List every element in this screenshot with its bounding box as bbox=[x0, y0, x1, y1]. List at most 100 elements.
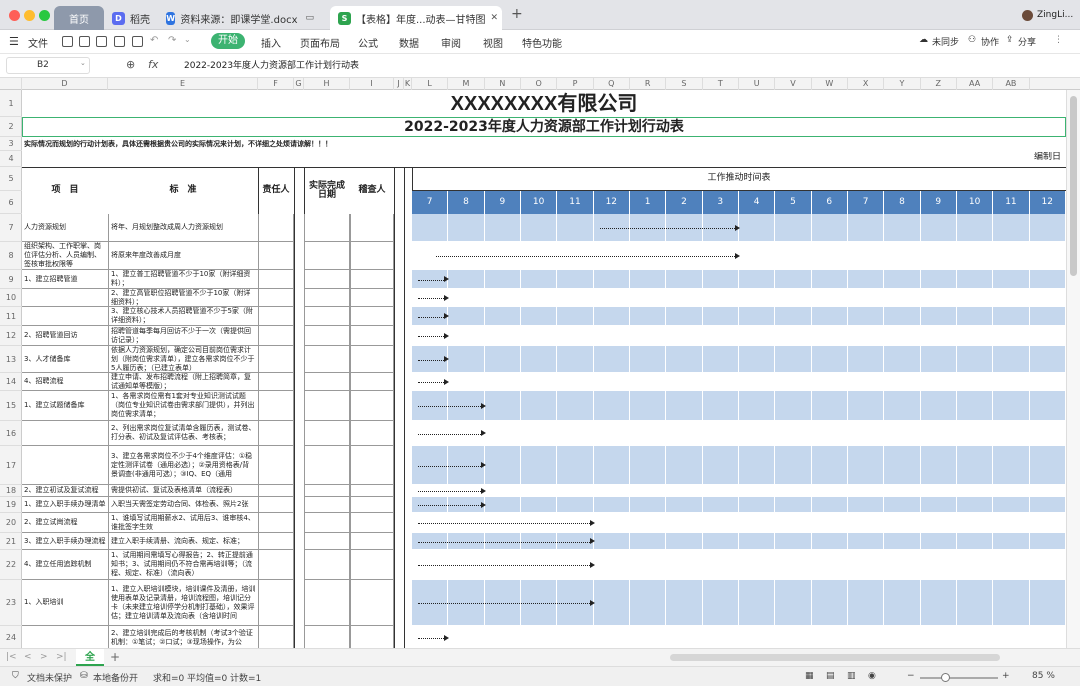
gantt-cell[interactable] bbox=[993, 497, 1030, 513]
gantt-cell[interactable] bbox=[666, 446, 703, 485]
file-menu[interactable]: 文件 bbox=[28, 35, 48, 50]
gantt-cell[interactable] bbox=[993, 326, 1030, 346]
column-header[interactable]: AA bbox=[957, 78, 994, 90]
gantt-cell[interactable] bbox=[702, 513, 739, 533]
task-checker-cell[interactable] bbox=[350, 214, 394, 242]
gantt-cell[interactable] bbox=[775, 307, 812, 326]
gantt-cell[interactable] bbox=[847, 242, 885, 270]
task-owner-cell[interactable] bbox=[258, 242, 294, 270]
column-header[interactable]: V bbox=[775, 78, 812, 90]
gantt-cell[interactable] bbox=[956, 242, 994, 270]
zoom-window-icon[interactable] bbox=[39, 10, 50, 21]
gantt-cell[interactable] bbox=[811, 289, 848, 307]
gantt-cell[interactable] bbox=[847, 270, 885, 289]
column-header[interactable]: E bbox=[108, 78, 258, 90]
task-standard[interactable]: 1、建立普工招聘管道不少于10家（附详细资料）； bbox=[108, 270, 258, 289]
gantt-cell[interactable] bbox=[884, 497, 921, 513]
tab-spreadsheet[interactable]: S 【表格】年度...动表—甘特图 ✕ bbox=[330, 6, 502, 30]
gantt-cell[interactable] bbox=[738, 580, 776, 626]
gantt-cell[interactable] bbox=[484, 307, 521, 326]
gantt-cell[interactable] bbox=[484, 497, 521, 513]
gantt-cell[interactable] bbox=[847, 214, 885, 242]
gantt-cell[interactable] bbox=[629, 289, 667, 307]
gantt-cell[interactable] bbox=[629, 326, 667, 346]
gantt-cell[interactable] bbox=[956, 391, 994, 421]
gantt-cell[interactable] bbox=[920, 513, 957, 533]
gantt-cell[interactable] bbox=[666, 580, 703, 626]
gantt-cell[interactable] bbox=[629, 533, 667, 550]
gantt-cell[interactable] bbox=[811, 580, 848, 626]
task-checker-cell[interactable] bbox=[350, 373, 394, 391]
gantt-cell[interactable] bbox=[666, 513, 703, 533]
row-header[interactable]: 23 bbox=[0, 580, 22, 626]
tab-special[interactable]: 特色功能 bbox=[522, 35, 562, 50]
task-owner-cell[interactable] bbox=[258, 307, 294, 326]
task-checker-cell[interactable] bbox=[350, 550, 394, 580]
gantt-cell[interactable] bbox=[629, 497, 667, 513]
gantt-cell[interactable] bbox=[1029, 242, 1066, 270]
gantt-cell[interactable] bbox=[666, 626, 703, 650]
gantt-cell[interactable] bbox=[629, 485, 667, 497]
gantt-cell[interactable] bbox=[738, 391, 776, 421]
column-header[interactable]: N bbox=[485, 78, 521, 90]
gantt-cell[interactable] bbox=[847, 391, 885, 421]
gantt-cell[interactable] bbox=[920, 485, 957, 497]
month-header[interactable]: 7 bbox=[412, 191, 449, 214]
column-header[interactable]: P bbox=[557, 78, 594, 90]
company-title[interactable]: XXXXXXXX有限公司 bbox=[22, 90, 1066, 117]
gantt-cell[interactable] bbox=[702, 289, 739, 307]
month-header[interactable]: 8 bbox=[884, 191, 921, 214]
gantt-cell[interactable] bbox=[629, 550, 667, 580]
task-actual-date-cell[interactable] bbox=[304, 214, 350, 242]
row-header[interactable]: 17 bbox=[0, 446, 22, 485]
task-actual-date-cell[interactable] bbox=[304, 373, 350, 391]
gantt-cell[interactable] bbox=[1029, 326, 1066, 346]
header-timeline[interactable]: 工作推动时间表 bbox=[412, 167, 1066, 189]
export-icon[interactable] bbox=[96, 36, 107, 47]
zoom-in-button[interactable]: + bbox=[1002, 671, 1010, 681]
gantt-cell[interactable] bbox=[593, 485, 630, 497]
gantt-cell[interactable] bbox=[811, 242, 848, 270]
gantt-cell[interactable] bbox=[775, 580, 812, 626]
column-header[interactable]: W bbox=[812, 78, 848, 90]
zoom-out-button[interactable]: − bbox=[907, 671, 915, 681]
gantt-cell[interactable] bbox=[1029, 307, 1066, 326]
month-header[interactable]: 2 bbox=[666, 191, 703, 214]
task-owner-cell[interactable] bbox=[258, 214, 294, 242]
gantt-row[interactable] bbox=[412, 391, 1066, 421]
task-checker-cell[interactable] bbox=[350, 270, 394, 289]
task-owner-cell[interactable] bbox=[258, 270, 294, 289]
gantt-cell[interactable] bbox=[593, 346, 630, 373]
gantt-cell[interactable] bbox=[629, 346, 667, 373]
name-box[interactable]: B2 bbox=[6, 57, 90, 74]
gantt-cell[interactable] bbox=[484, 289, 521, 307]
gantt-row[interactable] bbox=[412, 346, 1066, 373]
column-header[interactable]: F bbox=[258, 78, 294, 90]
gantt-cell[interactable] bbox=[484, 270, 521, 289]
gantt-cell[interactable] bbox=[484, 485, 521, 497]
task-checker-cell[interactable] bbox=[350, 326, 394, 346]
gantt-cell[interactable] bbox=[884, 550, 921, 580]
gantt-cell[interactable] bbox=[520, 497, 558, 513]
task-actual-date-cell[interactable] bbox=[304, 391, 350, 421]
gantt-cell[interactable] bbox=[956, 513, 994, 533]
gantt-cell[interactable] bbox=[811, 307, 848, 326]
gantt-cell[interactable] bbox=[1029, 270, 1066, 289]
task-checker-cell[interactable] bbox=[350, 391, 394, 421]
gantt-cell[interactable] bbox=[702, 485, 739, 497]
gantt-cell[interactable] bbox=[847, 446, 885, 485]
gantt-cell[interactable] bbox=[484, 446, 521, 485]
column-header[interactable]: G bbox=[294, 78, 304, 90]
collaborate-button[interactable]: 协作 bbox=[981, 35, 999, 48]
row-header[interactable]: 15 bbox=[0, 391, 22, 421]
gantt-cell[interactable] bbox=[557, 326, 594, 346]
gantt-cell[interactable] bbox=[738, 550, 776, 580]
month-header[interactable]: 11 bbox=[557, 191, 594, 214]
zoom-search-icon[interactable]: ⊕ bbox=[126, 58, 135, 71]
gantt-cell[interactable] bbox=[412, 214, 449, 242]
task-actual-date-cell[interactable] bbox=[304, 497, 350, 513]
task-actual-date-cell[interactable] bbox=[304, 533, 350, 550]
task-item[interactable] bbox=[22, 421, 108, 446]
gantt-cell[interactable] bbox=[775, 485, 812, 497]
row-header[interactable]: 1 bbox=[0, 90, 22, 117]
